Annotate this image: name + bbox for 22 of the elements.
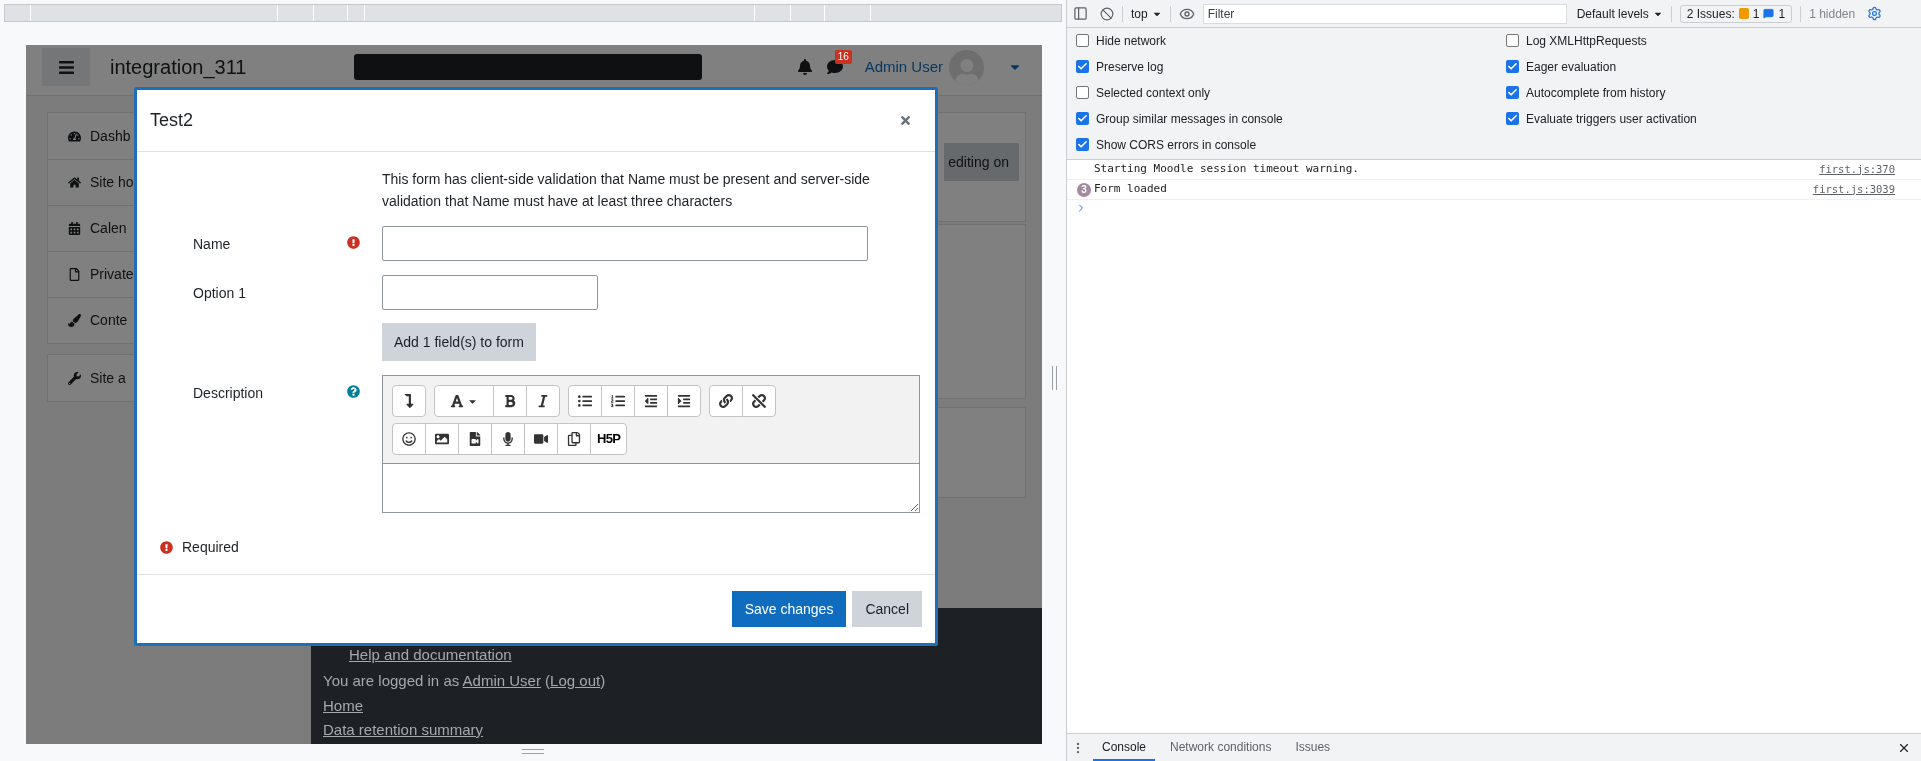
checkbox-label: Selected context only [1096, 84, 1211, 102]
site-name: integration_311 [110, 56, 247, 78]
checkbox-label: Hide network [1096, 32, 1167, 50]
required-note: Required [182, 538, 239, 557]
console-message: Form loaded [1094, 181, 1168, 198]
checkbox-label: Show CORS errors in console [1096, 136, 1257, 154]
modal-title: Test2 [150, 109, 194, 132]
form-intro: This form has client-side validation that Name must be present and server-side validation that Name must have at least three characters [382, 170, 871, 211]
checkbox-label: Log XMLHttpRequests [1526, 32, 1647, 50]
login-info: You are logged in as Admin User (Log out) [323, 671, 607, 691]
checkbox-label: Preserve log [1096, 58, 1164, 76]
field-label: Name [193, 235, 231, 254]
checkbox-label: Eager evaluation [1526, 58, 1617, 76]
field-label: Option 1 [193, 284, 246, 303]
checkbox-label: Autocomplete from history [1526, 84, 1666, 102]
field-label: Description [193, 384, 264, 403]
repeat-count: 3 [1077, 182, 1091, 197]
hidden-count: 1 hidden [1809, 5, 1856, 23]
checkbox-label: Evaluate triggers user activation [1526, 110, 1697, 128]
console-message: Starting Moodle session timeout warning. [1094, 161, 1360, 178]
checkbox-label: Group similar messages in console [1096, 110, 1283, 128]
notification-badge: 16 [834, 50, 852, 64]
